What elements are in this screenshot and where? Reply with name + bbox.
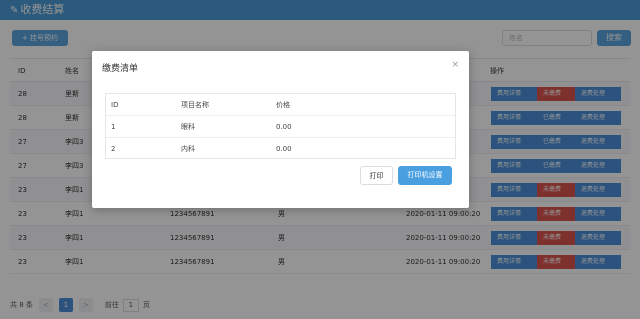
cell-item-name: 眼科: [181, 123, 195, 131]
column-header-id: ID: [111, 101, 119, 109]
cell-id: 2: [111, 145, 116, 153]
payment-items-table: ID 项目名称 价格 1 眼科 0.00 2 内科 0.00: [105, 93, 456, 159]
print-button[interactable]: 打印: [360, 166, 393, 185]
column-header-item-name: 项目名称: [181, 101, 209, 109]
payment-items-body: 1 眼科 0.00 2 内科 0.00: [106, 116, 455, 160]
printer-settings-button[interactable]: 打印机设置: [398, 166, 452, 185]
payment-items-header: ID 项目名称 价格: [106, 94, 455, 116]
cell-price: 0.00: [276, 145, 292, 153]
cell-price: 0.00: [276, 123, 292, 131]
payment-item-row: 2 内科 0.00: [106, 138, 455, 160]
cell-id: 1: [111, 123, 116, 131]
dialog-title: 缴费清单: [102, 64, 139, 74]
payment-list-dialog: 缴费清单 × ID 项目名称 价格 1 眼科 0.00 2 内科 0.00 打印 打印机设…: [92, 51, 469, 208]
cell-item-name: 内科: [181, 145, 195, 153]
column-header-price: 价格: [276, 101, 290, 109]
payment-item-row: 1 眼科 0.00: [106, 116, 455, 138]
close-icon[interactable]: ×: [451, 60, 459, 70]
